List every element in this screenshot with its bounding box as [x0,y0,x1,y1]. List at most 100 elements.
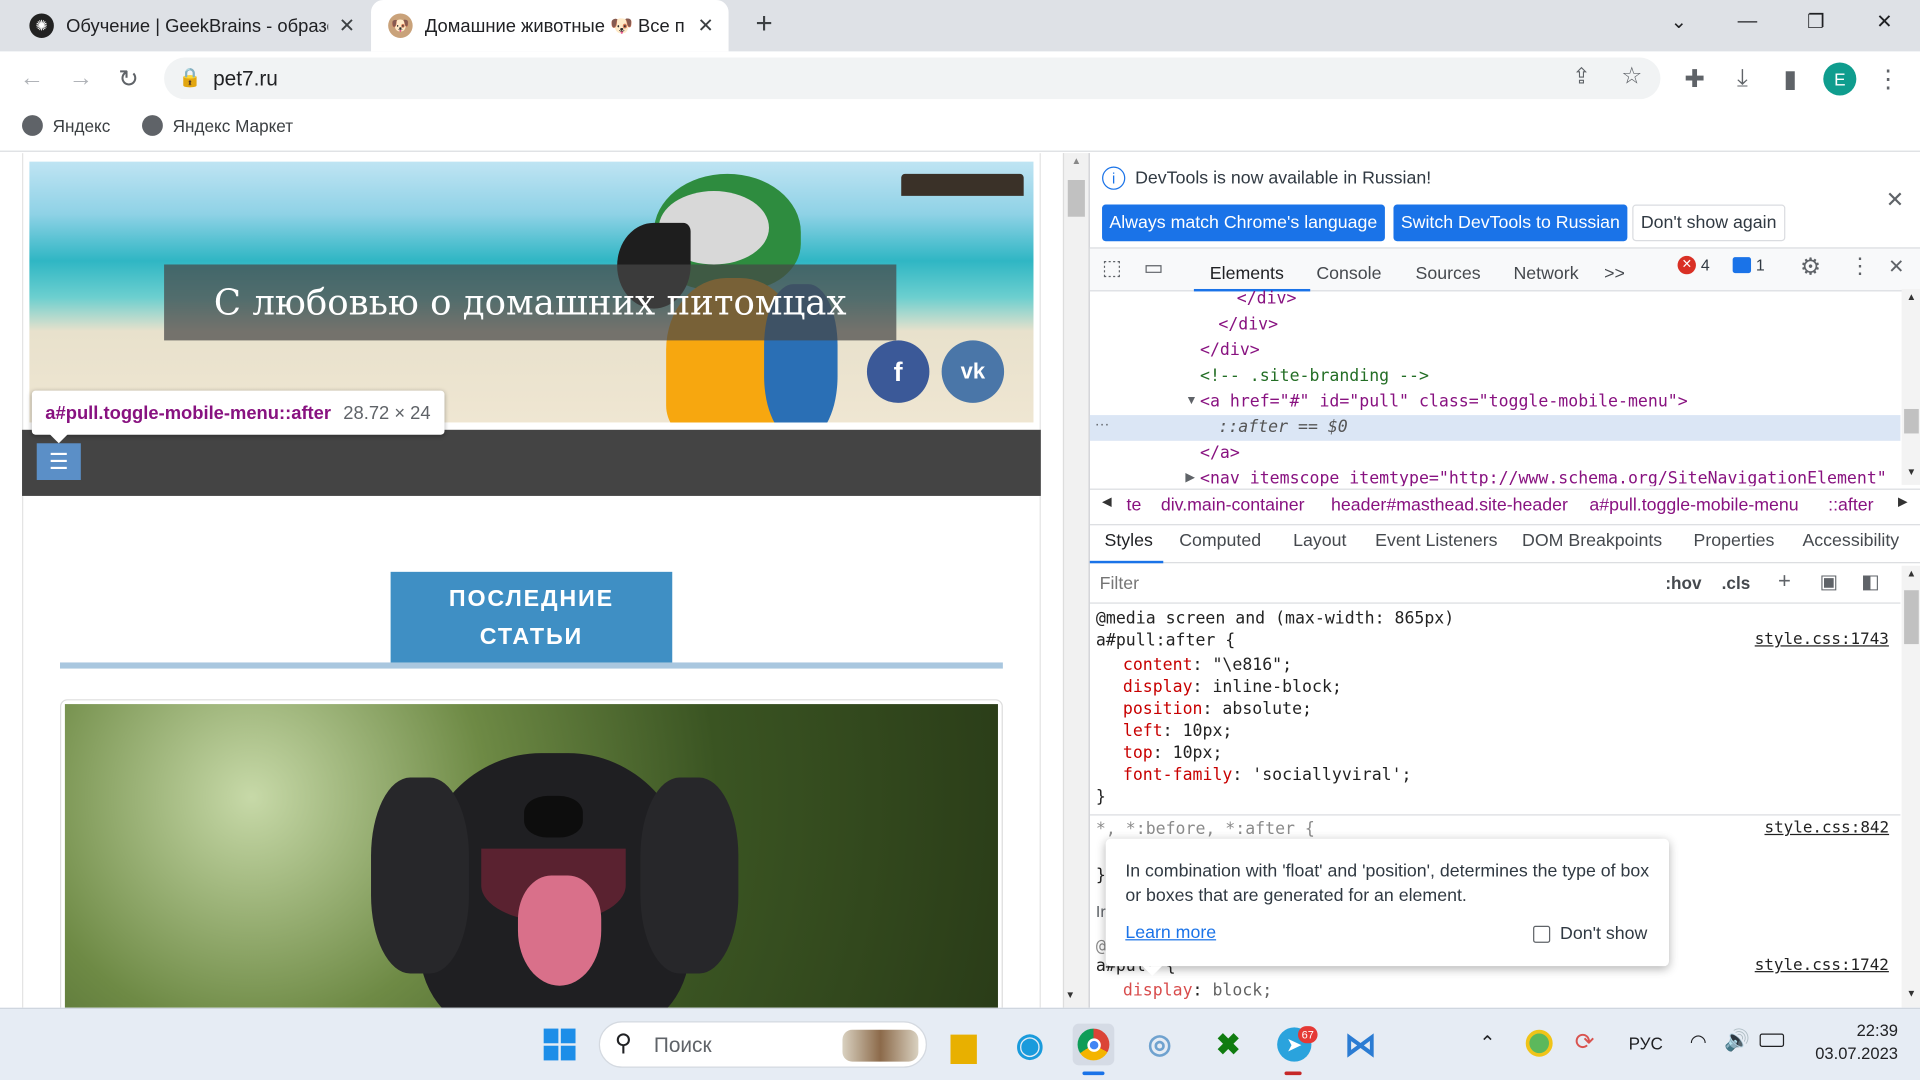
css-prop-name[interactable]: position [1123,699,1203,719]
dom-scrollbar-thumb[interactable] [1904,408,1919,434]
hov-toggle[interactable]: :hov [1665,573,1701,593]
dom-line-anchor[interactable]: <a href="#" id="pull" class="toggle-mobi… [1200,392,1688,412]
dom-scrollbar[interactable]: ▲ ▼ [1901,288,1920,485]
selected-dom-row[interactable] [1089,415,1901,441]
tray-chevron-up-icon[interactable]: ⌃ [1479,1031,1495,1055]
tab-dom-breakpoints[interactable]: DOM Breakpoints [1522,531,1662,551]
download-icon[interactable]: ⤓ [1725,61,1759,95]
source-link[interactable]: style.css:1742 [1755,956,1889,974]
clock-time[interactable]: 22:39 [1810,1021,1898,1039]
switch-to-russian-button[interactable]: Switch DevTools to Russian [1393,204,1628,242]
close-tab-icon[interactable]: ✕ [339,13,355,37]
profile-avatar[interactable]: E [1823,62,1857,96]
settings-gear-icon[interactable]: ⚙ [1800,253,1821,281]
breadcrumb-item[interactable]: header#masthead.site-header [1331,496,1568,516]
start-windows-icon[interactable] [539,1024,581,1066]
dom-line[interactable]: </div> [1237,289,1297,309]
breadcrumb-item[interactable]: ::after [1828,496,1873,516]
ellipsis-icon[interactable]: ··· [1095,415,1110,432]
article-card[interactable] [60,699,1003,1008]
source-link[interactable]: style.css:842 [1765,819,1890,837]
side-panel-icon[interactable]: ▮ [1773,61,1807,95]
collapsed-triangle-icon[interactable]: ▶ [1185,471,1194,484]
bookmark-yandex[interactable]: Яндекс [22,115,110,136]
share-icon[interactable]: ⇪ [1572,64,1590,90]
always-match-language-button[interactable]: Always match Chrome's language [1102,204,1385,242]
dom-comment[interactable]: <!-- .site-branding --> [1200,366,1429,386]
dom-line[interactable]: </a> [1200,443,1240,463]
rule-selector[interactable]: a#pull:after { [1096,631,1235,651]
keyboard-language[interactable]: РУС [1629,1033,1663,1053]
css-prop-value[interactable]: "\e816"; [1212,655,1292,675]
css-prop-value[interactable]: block; [1212,981,1272,1001]
devtools-menu-icon[interactable]: ⋮ [1849,253,1871,279]
more-tabs-icon[interactable]: >> [1604,256,1625,293]
address-bar[interactable]: 🔒 pet7.ru ⇪ ☆ [164,57,1661,100]
tray-app-icon[interactable] [1525,1029,1553,1057]
toggle-sidebar-icon[interactable]: ◧ [1861,569,1880,593]
css-prop-value[interactable]: inline-block; [1212,677,1341,697]
device-toolbar-icon[interactable]: ▭ [1144,256,1164,280]
css-prop-name[interactable]: display [1123,677,1193,697]
learn-more-link[interactable]: Learn more [1125,923,1216,943]
breadcrumb-left-icon[interactable]: ◀ [1102,496,1111,509]
edge-browser-icon[interactable]: ◉ [1009,1024,1051,1066]
tab-event-listeners[interactable]: Event Listeners [1375,531,1497,551]
minimize-button[interactable]: — [1713,0,1782,44]
css-prop-name[interactable]: left [1123,721,1163,741]
close-devtools-icon[interactable]: ✕ [1888,255,1904,279]
styles-scrollbar[interactable]: ▲ ▼ [1901,565,1920,1008]
tab-layout[interactable]: Layout [1293,531,1346,551]
css-prop-name[interactable]: font-family [1123,765,1232,785]
tray-sync-icon[interactable]: ⟳ [1575,1029,1594,1057]
xbox-icon[interactable]: ✖ [1207,1024,1249,1066]
message-counter[interactable]: 1 [1732,256,1765,274]
clock-date[interactable]: 03.07.2023 [1798,1044,1898,1062]
breadcrumb-item[interactable]: a#pull.toggle-mobile-menu [1589,496,1798,516]
tab-elements[interactable]: Elements [1210,256,1284,293]
chrome-icon[interactable] [1072,1023,1115,1066]
forward-arrow-icon[interactable]: → [64,61,98,95]
source-link[interactable]: style.css:1743 [1755,631,1889,649]
dont-show-again-button[interactable]: Don't show again [1632,204,1786,242]
css-prop-name[interactable]: content [1123,655,1193,675]
close-tab-icon[interactable]: ✕ [697,13,713,37]
restore-button[interactable]: ❐ [1782,0,1851,44]
css-prop-name[interactable]: display [1123,981,1193,1001]
tab-styles[interactable]: Styles [1104,531,1152,551]
tab-network[interactable]: Network [1513,256,1578,293]
close-window-button[interactable]: ✕ [1850,0,1919,44]
tab-geekbrains[interactable]: ✺ Обучение | GeekBrains - образо ✕ [0,0,370,51]
styles-scrollbar-thumb[interactable] [1904,590,1919,645]
remote-desktop-icon[interactable]: ◎ [1139,1024,1181,1066]
breadcrumb-item[interactable]: div.main-container [1161,496,1305,516]
extensions-puzzle-icon[interactable]: ✚ [1678,61,1712,95]
tab-sources[interactable]: Sources [1416,256,1481,293]
kebab-menu-icon[interactable]: ⋮ [1871,61,1905,95]
url-text[interactable]: pet7.ru [213,67,278,91]
css-prop-name[interactable]: top [1123,743,1153,763]
vscode-icon[interactable]: ⋈ [1340,1024,1382,1066]
paint-brush-icon[interactable]: ▣ [1820,569,1839,593]
tab-accessibility[interactable]: Accessibility [1802,531,1899,551]
taskbar-search-box[interactable]: ⚲ Поиск [598,1021,927,1068]
tab-console[interactable]: Console [1316,256,1381,293]
volume-icon[interactable]: 🔊 [1724,1029,1750,1053]
breadcrumb-right-icon[interactable]: ▶ [1898,496,1907,509]
new-style-rule-icon[interactable]: + [1778,568,1791,594]
bookmark-yandex-market[interactable]: Яндекс Маркет [142,115,293,136]
hamburger-menu-icon[interactable]: ☰ [36,443,81,481]
new-tab-button[interactable]: + [747,7,781,41]
wifi-icon[interactable]: ◠ [1690,1030,1707,1054]
scrollbar-thumb[interactable] [1067,180,1085,217]
breadcrumb-item[interactable]: te [1127,496,1142,516]
tab-properties[interactable]: Properties [1693,531,1774,551]
expand-triangle-icon[interactable]: ▼ [1185,394,1197,407]
dom-line[interactable]: </div> [1200,340,1260,360]
tab-search-chevron-icon[interactable]: ⌄ [1645,0,1714,44]
css-prop-value[interactable]: absolute; [1222,699,1312,719]
bookmark-star-icon[interactable]: ☆ [1621,62,1642,90]
dont-show-checkbox[interactable] [1533,925,1551,943]
reload-icon[interactable]: ↻ [111,61,145,95]
tab-pets[interactable]: 🐶 Домашние животные 🐶 Все пр ✕ [371,0,729,52]
